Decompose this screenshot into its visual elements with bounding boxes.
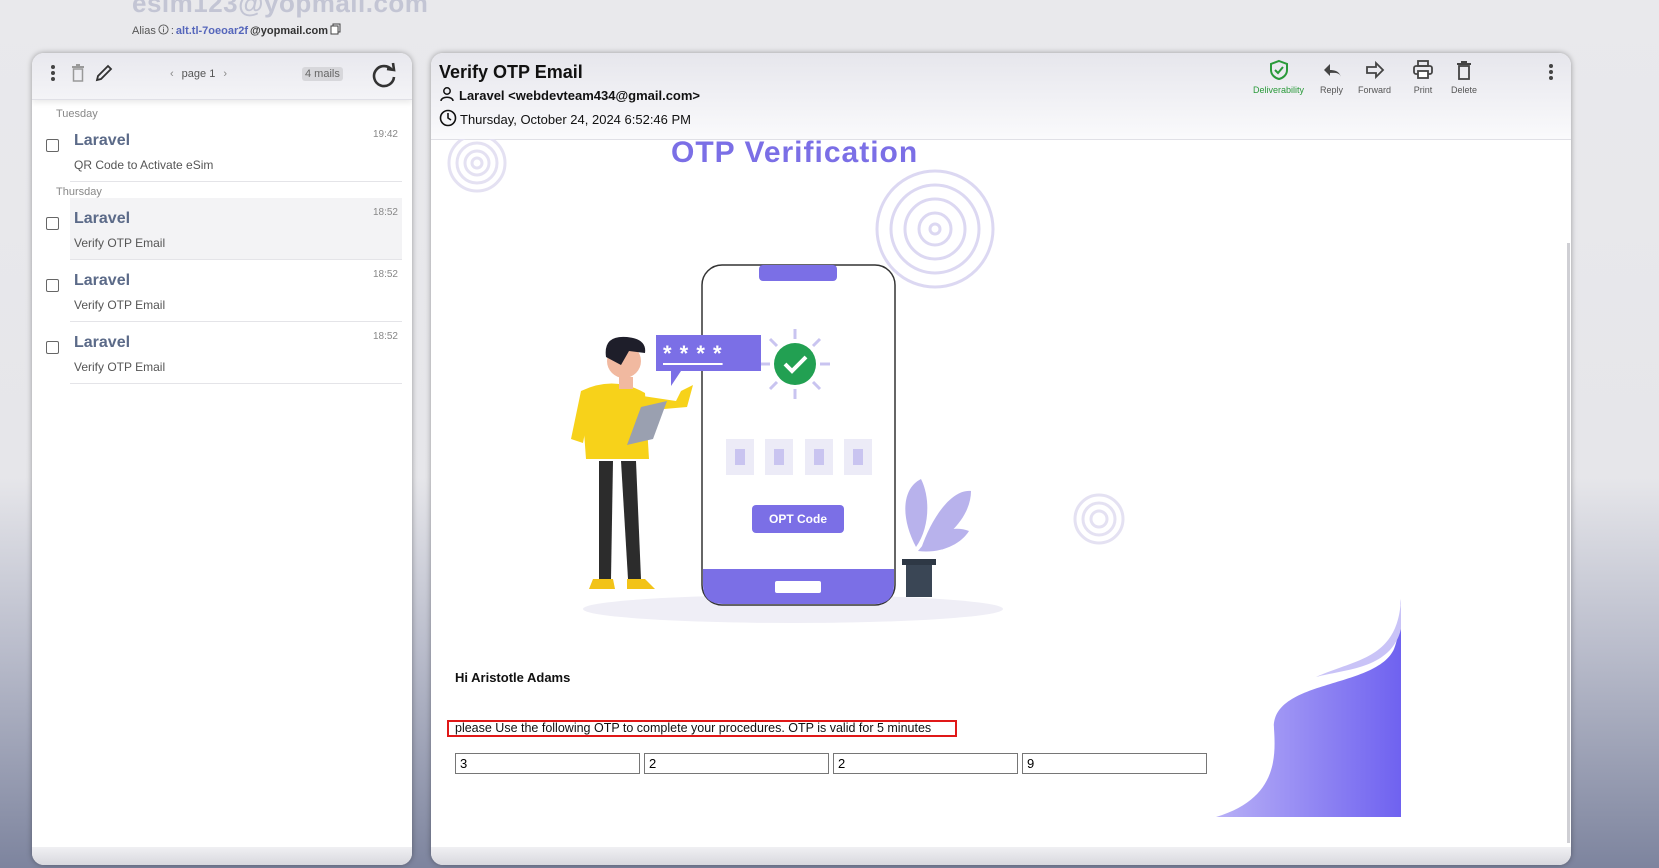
mail-from: Laravel: [74, 132, 131, 149]
message-sender: Laravel <webdevteam434@gmail.com>: [439, 86, 700, 105]
plant-leaves: [905, 479, 971, 552]
alias-domain: @yopmail.com: [250, 24, 329, 37]
more-vertical-icon[interactable]: [50, 63, 56, 88]
mail-time: 18:52: [372, 269, 398, 280]
delete-button[interactable]: Delete: [1451, 59, 1477, 95]
forward-icon: [1364, 59, 1386, 85]
compose-icon[interactable]: [94, 63, 114, 88]
delete-label: Delete: [1451, 85, 1478, 95]
message-header: Verify OTP Email Laravel <webdevteam434@…: [431, 53, 1571, 140]
mail-item[interactable]: Laravel Verify OTP Email 18:52: [32, 260, 412, 322]
trash-icon: [1453, 59, 1475, 85]
otp-illustration: [447, 139, 1125, 623]
reply-icon: [1321, 59, 1343, 85]
inbox-toolbar: ‹ page 1 › 4 mails: [32, 53, 412, 100]
alias-row: Alias : alt.tl-7oeoar2f @yopmail.com: [132, 23, 342, 38]
day-label: Thursday: [56, 186, 102, 198]
mail-checkbox[interactable]: [46, 139, 59, 152]
clock-icon: [439, 109, 457, 130]
mail-time: 18:52: [372, 207, 398, 218]
copy-icon[interactable]: [330, 23, 342, 38]
message-footer: [431, 847, 1571, 865]
mail-from: Laravel: [74, 210, 131, 227]
datetime-text: Thursday, October 24, 2024 6:52:46 PM: [460, 112, 692, 127]
print-button[interactable]: Print: [1412, 59, 1434, 95]
mail-group-tuesday: Tuesday Laravel QR Code to Activate eSim…: [32, 108, 412, 182]
otp-digit-input[interactable]: [1022, 753, 1207, 774]
mail-subject: Verify OTP Email: [74, 236, 166, 250]
reply-label: Reply: [1320, 85, 1344, 95]
deliverability-button[interactable]: Deliverability: [1253, 59, 1304, 95]
mail-subject: QR Code to Activate eSim: [74, 158, 214, 172]
printer-icon: [1412, 59, 1434, 85]
pager-label: page 1: [181, 68, 216, 80]
mail-checkbox[interactable]: [46, 217, 59, 230]
chevron-left-icon[interactable]: ‹: [170, 68, 174, 80]
chevron-right-icon[interactable]: ›: [223, 68, 227, 80]
message-panel: Verify OTP Email Laravel <webdevteam434@…: [431, 53, 1571, 865]
sender-text: Laravel <webdevteam434@gmail.com>: [459, 88, 701, 103]
mail-time: 19:42: [372, 129, 398, 140]
opt-code-button: OPT Code: [768, 512, 827, 526]
shield-check-icon: [1268, 59, 1290, 85]
forward-button[interactable]: Forward: [1358, 59, 1391, 95]
alias-name[interactable]: alt.tl-7oeoar2f: [176, 25, 248, 37]
otp-digit-input[interactable]: [644, 753, 829, 774]
refresh-icon[interactable]: [370, 61, 398, 94]
mail-checkbox[interactable]: [46, 341, 59, 354]
mail-item-body[interactable]: Laravel QR Code to Activate eSim 19:42: [70, 120, 402, 182]
greeting-text: Hi Aristotle Adams: [455, 670, 571, 685]
account-email: esim123@yopmail.com: [132, 0, 429, 18]
mail-time: 18:52: [372, 331, 398, 342]
mail-from: Laravel: [74, 334, 131, 351]
day-label: Tuesday: [56, 108, 98, 120]
mail-item-body[interactable]: Laravel Verify OTP Email 18:52: [70, 322, 402, 384]
reply-button[interactable]: Reply: [1320, 59, 1343, 95]
spiral-decoration: [875, 169, 995, 289]
more-vertical-icon[interactable]: [1548, 63, 1554, 88]
mail-group-thursday: Thursday Laravel Verify OTP Email 18:52 …: [32, 186, 412, 384]
print-label: Print: [1413, 85, 1433, 95]
scrollbar[interactable]: [1567, 243, 1570, 843]
otp-digit-input[interactable]: [833, 753, 1018, 774]
pager: ‹ page 1 ›: [170, 68, 227, 80]
message-subject: Verify OTP Email: [439, 62, 583, 82]
spiral-decoration: [1073, 493, 1125, 545]
mail-subject: Verify OTP Email: [74, 360, 166, 374]
inbox-panel: ‹ page 1 › 4 mails Tuesday Laravel QR Co…: [32, 53, 412, 865]
alias-separator: :: [170, 24, 174, 37]
otp-input-row: [455, 753, 1207, 774]
wave-decoration: [1216, 599, 1401, 817]
deliverability-label: Deliverability: [1253, 85, 1305, 95]
mail-item[interactable]: Laravel Verify OTP Email 18:52: [32, 198, 412, 260]
mail-from: Laravel: [74, 272, 131, 289]
mail-item-body[interactable]: Laravel Verify OTP Email 18:52: [70, 198, 402, 260]
mail-checkbox[interactable]: [46, 279, 59, 292]
mail-subject: Verify OTP Email: [74, 298, 166, 312]
spiral-decoration: [447, 139, 507, 193]
alias-label: Alias: [132, 24, 156, 37]
masked-otp: * * * *: [663, 341, 723, 366]
mail-item[interactable]: Laravel QR Code to Activate eSim 19:42: [32, 120, 412, 182]
inbox-footer: [32, 847, 412, 865]
info-icon[interactable]: [158, 23, 169, 38]
otp-digit-input[interactable]: [455, 753, 640, 774]
message-datetime: Thursday, October 24, 2024 6:52:46 PM: [439, 109, 691, 130]
mail-count-badge: 4 mails: [302, 67, 343, 81]
mail-item[interactable]: Laravel Verify OTP Email 18:52: [32, 322, 412, 384]
mail-item-body[interactable]: Laravel Verify OTP Email 18:52: [70, 260, 402, 322]
user-icon: [439, 86, 455, 105]
trash-icon[interactable]: [70, 63, 86, 88]
forward-label: Forward: [1358, 85, 1392, 95]
otp-instruction: please Use the following OTP to complete…: [447, 720, 957, 737]
